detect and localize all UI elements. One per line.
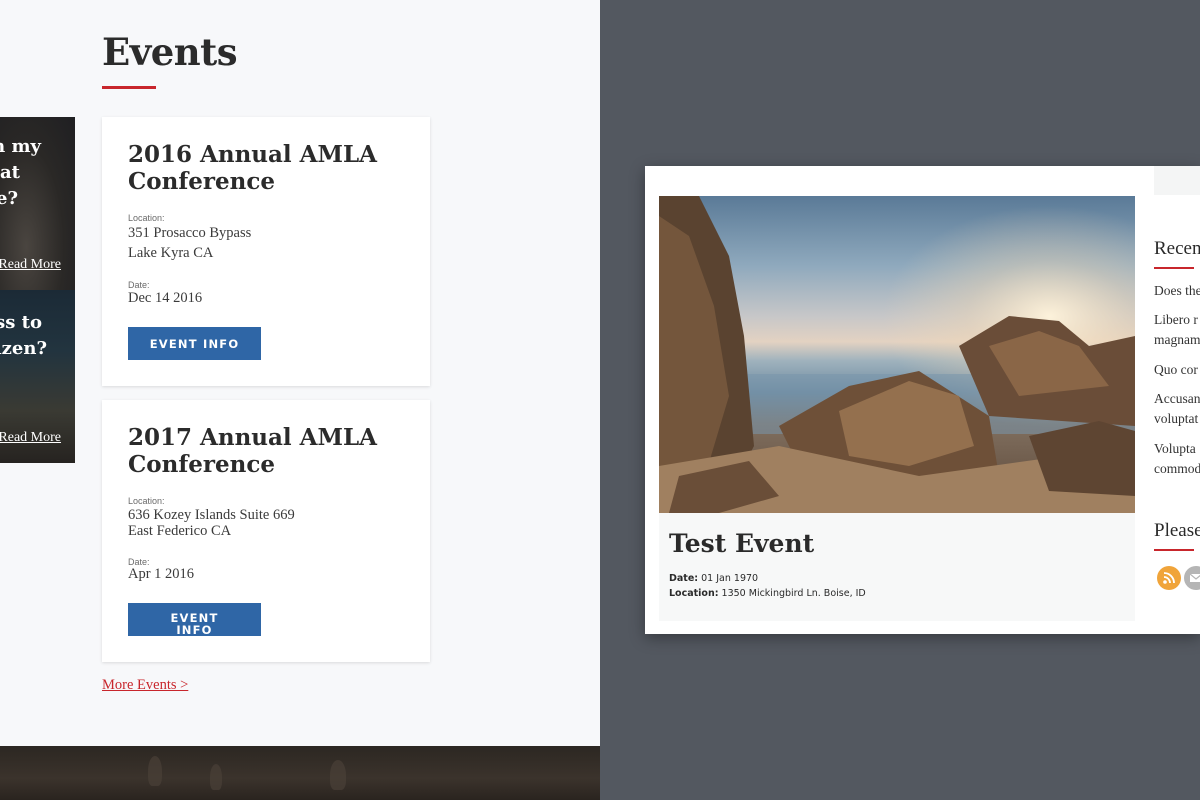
- side-promo-strip: n my at e? Read More ss to izen? Read Mo…: [0, 117, 75, 463]
- address-line: 351 Prosacco Bypass: [128, 225, 252, 241]
- heading-underline: [1154, 549, 1194, 551]
- address-line: East Federico CA: [128, 523, 232, 539]
- recent-post-link[interactable]: voluptat: [1154, 409, 1198, 429]
- image-detail: [210, 764, 222, 790]
- location-label: Location:: [669, 588, 719, 599]
- promo-tile[interactable]: ss to izen? Read More: [0, 290, 75, 463]
- recent-post-link[interactable]: commod: [1154, 459, 1200, 479]
- promo-read-more-link[interactable]: Read More: [0, 430, 61, 446]
- event-date: 01 Jan 1970: [701, 573, 759, 584]
- email-icon[interactable]: [1184, 566, 1200, 590]
- event-location-line: Location: 1350 Mickingbird Ln. Boise, ID: [669, 588, 866, 599]
- page-title: Events: [102, 30, 238, 74]
- footer-banner-image: [0, 746, 600, 800]
- rss-glyph: [1163, 572, 1175, 584]
- heading-underline: [1154, 267, 1194, 269]
- event-name: 2017 Annual AMLA Conference: [128, 424, 378, 478]
- event-date: Dec 14 2016: [128, 290, 203, 306]
- date-label: Date:: [669, 573, 699, 584]
- sidebar: Recen Does the Libero r magnam Quo cor A…: [1154, 226, 1200, 626]
- recent-posts-heading: Recen: [1154, 238, 1200, 259]
- event-date: Apr 1 2016: [128, 566, 195, 582]
- recent-post-link[interactable]: magnam: [1154, 330, 1200, 350]
- promo-heading-line: e?: [0, 188, 18, 209]
- event-card: 2017 Annual AMLA Conference Location: 63…: [102, 400, 430, 662]
- recent-post-link[interactable]: Accusan: [1154, 389, 1200, 409]
- address-line: Lake Kyra CA: [128, 245, 214, 261]
- image-detail: [148, 756, 162, 786]
- sidebar-top-bar: [1154, 166, 1200, 195]
- event-photo: [659, 196, 1135, 513]
- button-label-line: INFO: [176, 623, 213, 637]
- rss-icon[interactable]: [1157, 566, 1181, 590]
- image-detail: [330, 760, 346, 790]
- location-label: Location:: [128, 213, 165, 223]
- envelope-glyph: [1189, 573, 1200, 582]
- recent-post-link[interactable]: Quo cor: [1154, 360, 1198, 380]
- event-name: 2016 Annual AMLA Conference: [128, 141, 378, 195]
- recent-post-link[interactable]: Does the: [1154, 281, 1200, 301]
- promo-heading-line: ss to: [0, 312, 42, 333]
- promo-heading-line: n my: [0, 136, 41, 157]
- event-date-line: Date: 01 Jan 1970: [669, 573, 758, 584]
- event-info-button[interactable]: EVENT INFO: [128, 603, 261, 636]
- events-page: n my at e? Read More ss to izen? Read Mo…: [0, 0, 600, 800]
- promo-heading-line: izen?: [0, 338, 47, 359]
- promo-tile[interactable]: n my at e? Read More: [0, 117, 75, 290]
- recent-post-link[interactable]: Volupta: [1154, 439, 1196, 459]
- event-card: 2016 Annual AMLA Conference Location: 35…: [102, 117, 430, 386]
- event-detail-panel: Test Event Date: 01 Jan 1970 Location: 1…: [659, 196, 1135, 621]
- event-location: 1350 Mickingbird Ln. Boise, ID: [721, 588, 866, 599]
- promo-heading-line: at: [0, 162, 20, 183]
- event-title: Test Event: [669, 529, 815, 558]
- subscribe-heading: Please: [1154, 520, 1200, 541]
- event-detail-page: Test Event Date: 01 Jan 1970 Location: 1…: [645, 166, 1200, 634]
- event-info-button[interactable]: EVENT INFO: [128, 327, 261, 360]
- recent-post-link[interactable]: Libero r: [1154, 310, 1198, 330]
- rocky-beach-image: [659, 196, 1135, 513]
- title-underline: [102, 86, 156, 89]
- more-events-link[interactable]: More Events >: [102, 677, 188, 694]
- promo-read-more-link[interactable]: Read More: [0, 257, 61, 273]
